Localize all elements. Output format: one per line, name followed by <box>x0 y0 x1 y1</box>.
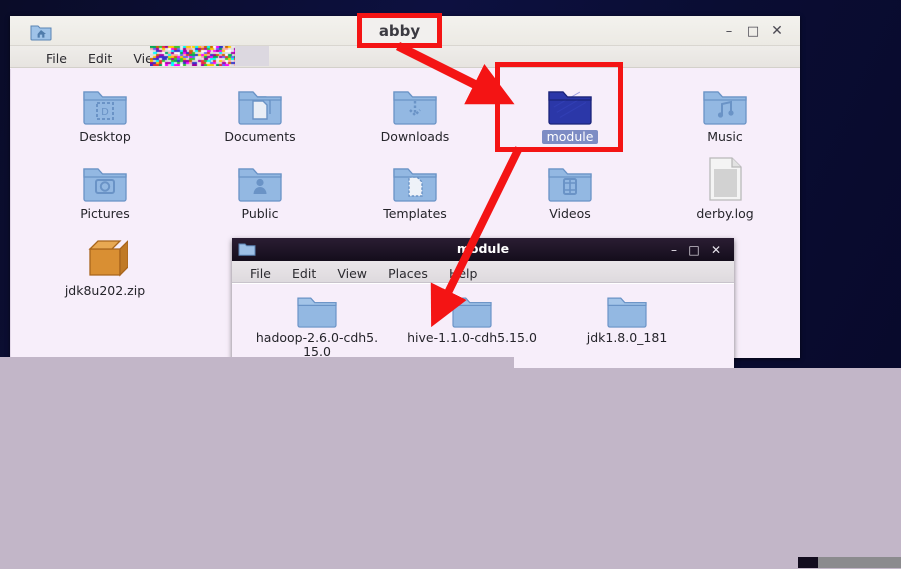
module-item-hadoop-2-6-0-cdh5-[interactable]: hadoop-2.6.0-cdh5. 15.0 <box>252 288 382 359</box>
close-button[interactable]: ✕ <box>768 22 786 40</box>
module-item-label: hadoop-2.6.0-cdh5. <box>255 330 379 345</box>
taskbar-chip <box>798 557 818 568</box>
item-label: Documents <box>224 129 296 144</box>
module-menu-help[interactable]: Help <box>441 261 486 283</box>
desktop-item-videos[interactable]: Videos <box>516 154 624 222</box>
desktop-item-music[interactable]: Music <box>671 77 779 145</box>
menu-file[interactable]: File <box>38 46 75 68</box>
item-label: Pictures <box>80 206 130 221</box>
desktop-item-documents[interactable]: Documents <box>206 77 314 145</box>
item-label: jdk8u202.zip <box>64 283 146 298</box>
text-file-icon <box>671 154 779 202</box>
item-label: derby.log <box>696 206 754 221</box>
annotation-box-title: abby <box>357 13 442 48</box>
bottom-grey-overlay <box>0 368 901 569</box>
folder-downloads-icon <box>361 77 469 125</box>
module-close-button[interactable]: ✕ <box>708 242 724 258</box>
svg-text:D: D <box>101 107 109 118</box>
folder-templates-icon <box>361 154 469 202</box>
minimize-button[interactable]: – <box>720 22 738 40</box>
annotation-title-label: abby <box>378 21 421 40</box>
desktop-item-jdk8u202-zip[interactable]: jdk8u202.zip <box>51 231 159 299</box>
annotation-box-module-folder <box>495 62 623 152</box>
module-item-label: hive-1.1.0-cdh5.15.0 <box>407 330 537 345</box>
item-label: Desktop <box>79 129 131 144</box>
module-menu-edit[interactable]: Edit <box>284 261 324 283</box>
folder-icon <box>407 288 537 328</box>
folder-public-icon <box>206 154 314 202</box>
folder-music-icon <box>671 77 779 125</box>
folder-icon <box>562 288 692 328</box>
maximize-button[interactable]: □ <box>744 22 762 40</box>
desktop-item-downloads[interactable]: Downloads <box>361 77 469 145</box>
desktop-item-desktop[interactable]: D Desktop <box>51 77 159 145</box>
desktop-item-pictures[interactable]: Pictures <box>51 154 159 222</box>
module-minimize-button[interactable]: – <box>666 242 682 258</box>
desktop-item-derby-log[interactable]: derby.log <box>671 154 779 222</box>
desktop-item-public[interactable]: Public <box>206 154 314 222</box>
render-glitch-tail <box>235 46 269 66</box>
module-maximize-button[interactable]: □ <box>686 242 702 258</box>
item-label: Public <box>241 206 279 221</box>
module-item-hive-1-1-0-cdh5-15-0[interactable]: hive-1.1.0-cdh5.15.0 <box>407 288 537 345</box>
folder-documents-icon <box>206 77 314 125</box>
folder-videos-icon <box>516 154 624 202</box>
folder-icon <box>252 288 382 328</box>
module-item-jdk1-8-0-181[interactable]: jdk1.8.0_181 <box>562 288 692 345</box>
archive-icon <box>51 231 159 279</box>
desktop-item-templates[interactable]: Templates <box>361 154 469 222</box>
module-item-label: jdk1.8.0_181 <box>586 330 668 345</box>
folder-desktop-icon: D <box>51 77 159 125</box>
item-label: Downloads <box>380 129 450 144</box>
item-label: Videos <box>549 206 591 221</box>
module-menu-places[interactable]: Places <box>380 261 436 283</box>
module-window-titlebar[interactable]: module – □ ✕ <box>232 238 734 261</box>
module-menu-file[interactable]: File <box>242 261 279 283</box>
file-manager-window-module[interactable]: module – □ ✕ File Edit View Places Help … <box>232 238 734 368</box>
taskbar-bar <box>818 557 901 568</box>
folder-pictures-icon <box>51 154 159 202</box>
module-menu-view[interactable]: View <box>329 261 375 283</box>
item-label: Music <box>707 129 743 144</box>
menubar[interactable]: File Edit View <box>10 46 800 68</box>
module-menubar[interactable]: File Edit View Places Help <box>232 261 734 283</box>
module-window-title: module <box>456 241 510 256</box>
module-file-list-area[interactable]: hadoop-2.6.0-cdh5. 15.0 hive-1.1.0-cdh5.15… <box>232 283 734 368</box>
item-label: Templates <box>383 206 447 221</box>
menu-edit[interactable]: Edit <box>80 46 120 68</box>
